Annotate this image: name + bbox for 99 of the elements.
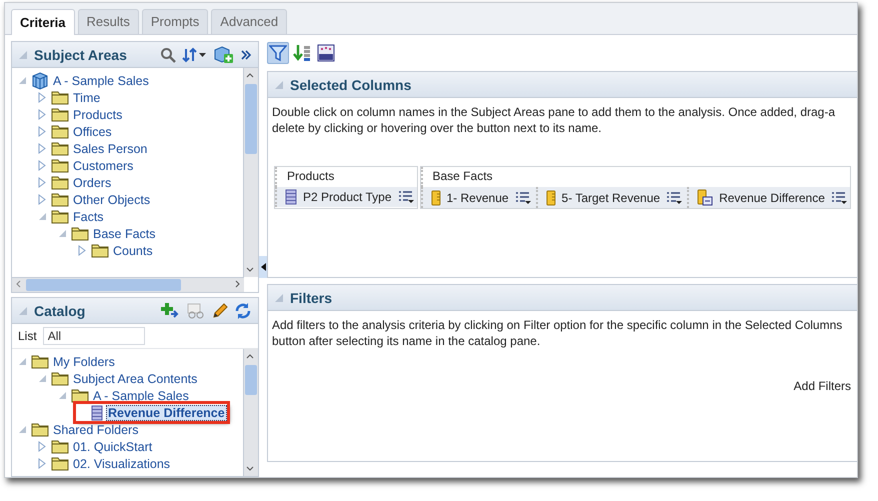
collapse-triangle-icon[interactable] (18, 306, 28, 316)
expanded-triangle-icon[interactable] (58, 229, 66, 238)
glasses-icon[interactable] (186, 302, 206, 318)
tree-item[interactable]: Other Objects (72, 192, 152, 206)
folder-icon (51, 141, 69, 156)
column-chip[interactable]: Revenue Difference (687, 187, 850, 208)
tree-item[interactable]: Shared Folders (52, 422, 140, 436)
section-title: Filters (290, 290, 332, 306)
collapsed-triangle-icon[interactable] (38, 194, 46, 205)
collapse-handle[interactable] (259, 256, 267, 278)
ruler-icon (546, 190, 556, 206)
folder-icon (51, 439, 69, 454)
tab[interactable]: Results (78, 9, 139, 34)
add-icon[interactable] (160, 302, 180, 320)
vertical-scrollbar[interactable] (243, 68, 258, 277)
scroll-thumb[interactable] (26, 279, 181, 291)
tree-item[interactable]: Subject Area Contents (72, 372, 198, 386)
folder-icon (51, 209, 69, 224)
folder-icon (51, 90, 69, 105)
folder-icon (31, 422, 49, 437)
expanded-triangle-icon[interactable] (38, 212, 46, 221)
tree-item[interactable]: Facts (72, 210, 105, 224)
tree-item[interactable]: 02. Visualizations (72, 456, 172, 470)
column-chip[interactable]: 1- Revenue (420, 187, 534, 208)
tree-item[interactable]: Time (72, 90, 102, 104)
filter-icon[interactable] (269, 44, 287, 62)
folder-icon (31, 354, 49, 369)
tree-item[interactable]: A - Sample Sales (52, 74, 150, 88)
expanded-triangle-icon[interactable] (38, 374, 46, 383)
panel-title: Subject Areas (34, 46, 127, 62)
tree-item[interactable]: My Folders (52, 354, 116, 368)
scroll-thumb[interactable] (245, 365, 257, 395)
folder-icon (91, 243, 109, 258)
folder-icon (51, 456, 69, 471)
collapse-triangle-icon[interactable] (18, 50, 28, 60)
folder-icon (51, 158, 69, 173)
tree-item[interactable]: Orders (72, 176, 112, 190)
instructions-text: Double click on column names in the Subject Areas pane to add them to the analysis. Once added, drag-a delete by clicking or hovering over the button next to its name. (271, 104, 836, 136)
column-menu-icon[interactable] (830, 190, 847, 204)
collapsed-triangle-icon[interactable] (38, 177, 46, 188)
folder-icon (51, 175, 69, 190)
cube-icon (31, 72, 49, 90)
column-menu-icon[interactable] (666, 190, 682, 204)
ruler-icon (430, 190, 440, 206)
expanded-triangle-icon[interactable] (18, 425, 26, 434)
tree-item[interactable]: Base Facts (92, 226, 157, 240)
column-chip[interactable]: 5- Target Revenue (536, 187, 686, 208)
tree-item[interactable]: 01. QuickStart (72, 440, 154, 454)
add-filters-text: Add Filters (792, 379, 851, 393)
pencil-icon[interactable] (212, 302, 228, 318)
tree-item[interactable]: Counts (112, 244, 154, 258)
search-icon[interactable] (160, 46, 176, 62)
collapsed-triangle-icon[interactable] (38, 441, 46, 452)
folder-icon (71, 388, 89, 403)
collapsed-triangle-icon[interactable] (38, 92, 46, 103)
tree-item[interactable]: Sales Person (72, 142, 148, 156)
refresh-icon[interactable] (234, 302, 252, 320)
vertical-scrollbar[interactable] (243, 349, 258, 476)
collapsed-triangle-icon[interactable] (38, 458, 46, 469)
collapsed-triangle-icon[interactable] (38, 143, 46, 154)
list-field[interactable]: All (42, 327, 145, 345)
sort-columns-icon[interactable] (293, 44, 311, 62)
collapse-triangle-icon[interactable] (274, 292, 284, 302)
folder-icon (51, 192, 69, 207)
sort-arrows-icon[interactable] (182, 46, 208, 62)
column-icon (285, 189, 297, 205)
instructions-text: Add filters to the analysis criteria by clicking on Filter option for the specific column in the Selected Columns button after selecting its name in the catalog pane. (271, 317, 844, 349)
panel-title: Catalog (34, 302, 86, 318)
expanded-triangle-icon[interactable] (18, 357, 26, 366)
column-chip[interactable]: P2 Product Type (275, 187, 416, 207)
folder-icon (71, 226, 89, 241)
tab[interactable]: Criteria (11, 9, 75, 35)
list-label: List (18, 329, 37, 343)
tree-item[interactable]: Revenue Difference (106, 404, 227, 420)
column-menu-icon[interactable] (398, 190, 414, 204)
horizontal-scrollbar[interactable] (12, 277, 244, 292)
collapsed-triangle-icon[interactable] (38, 109, 46, 120)
column-icon (91, 404, 103, 420)
collapse-triangle-icon[interactable] (274, 80, 284, 90)
add-subject-area-icon[interactable] (214, 46, 234, 64)
tab[interactable]: Advanced (211, 9, 288, 34)
tree-item[interactable]: A - Sample Sales (92, 388, 190, 402)
expanded-triangle-icon[interactable] (58, 391, 66, 400)
tree-item[interactable]: Customers (72, 158, 134, 172)
tree-item[interactable]: Products (72, 108, 124, 122)
collapsed-triangle-icon[interactable] (38, 160, 46, 171)
column-menu-icon[interactable] (514, 190, 531, 204)
chart-xyz-icon[interactable] (317, 44, 335, 62)
tab[interactable]: Prompts (142, 9, 208, 34)
scroll-thumb[interactable] (245, 84, 257, 154)
tree-item[interactable]: Offices (72, 124, 113, 138)
folder-icon (51, 124, 69, 139)
expanded-triangle-icon[interactable] (18, 76, 26, 85)
folder-icon (51, 107, 69, 122)
section-title: Selected Columns (290, 76, 412, 92)
double-chevron-icon[interactable] (240, 48, 252, 60)
folder-icon (51, 371, 69, 386)
collapsed-triangle-icon[interactable] (38, 126, 46, 137)
collapsed-triangle-icon[interactable] (78, 245, 86, 256)
